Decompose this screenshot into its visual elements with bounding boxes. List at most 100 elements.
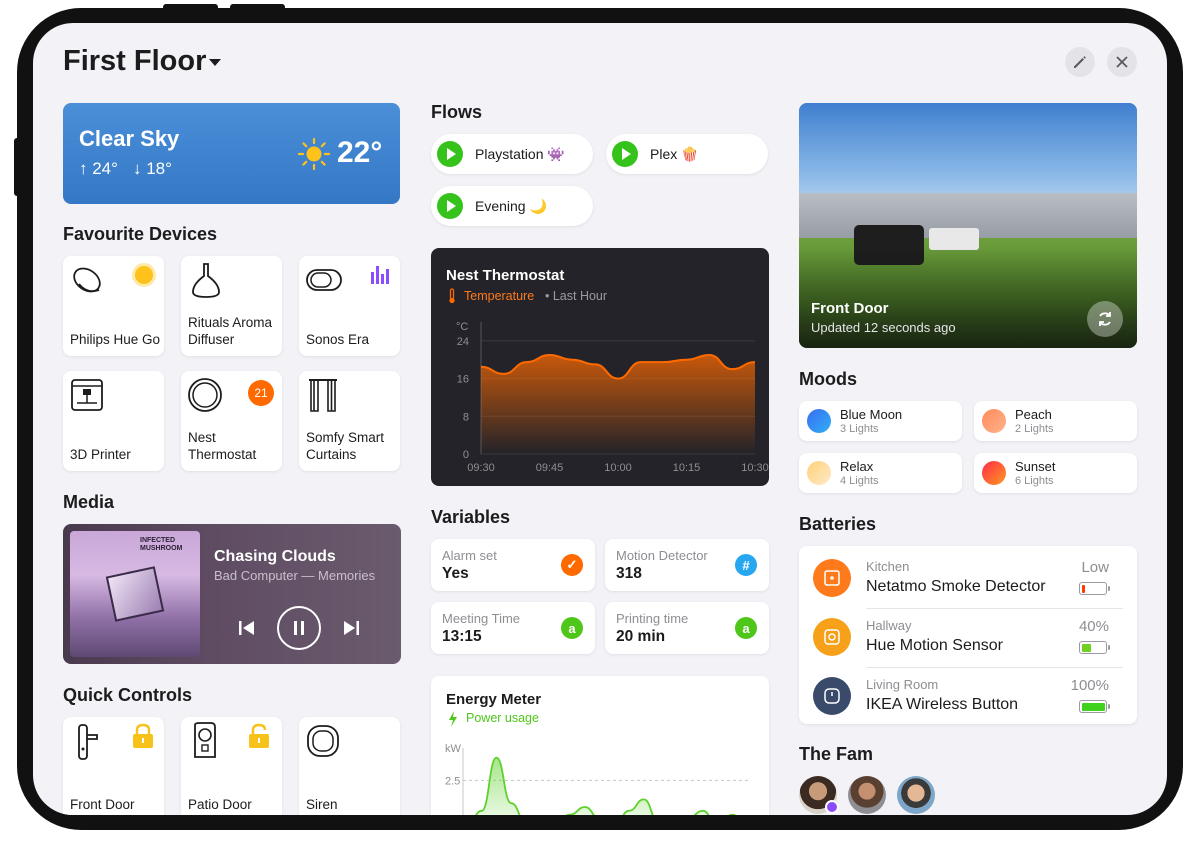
y-axis-label: °C: [456, 321, 468, 333]
weather-high: ↑ 24°: [79, 159, 118, 178]
track-artist: Bad Computer — Memories: [214, 568, 376, 583]
quick-control-patio-door[interactable]: Patio Door: [181, 717, 282, 815]
x-tick-label: 09:30: [467, 462, 495, 474]
quick-control-siren[interactable]: Siren: [299, 717, 400, 815]
flow-button-plex[interactable]: Plex 🍿: [606, 134, 768, 174]
number-icon: #: [735, 554, 757, 576]
device-tile-3d-printer[interactable]: 3D Printer: [63, 371, 164, 471]
device-label: Nest Thermostat: [188, 430, 257, 462]
variable-alarm-set[interactable]: Alarm set Yes ✓: [431, 539, 595, 591]
thermostat-chart-card[interactable]: Nest Thermostat Temperature • Last Hour …: [431, 248, 769, 486]
siren-icon: [307, 725, 339, 757]
device-label: Patio Door: [188, 797, 252, 812]
battery-device-name: Hue Motion Sensor: [866, 637, 1003, 654]
check-icon: ✓: [561, 554, 583, 576]
flow-button-playstation[interactable]: Playstation 👾: [431, 134, 593, 174]
dashboard-screen: First Floor Clear Sky ↑ 24° ↓ 18° 22° Fa…: [33, 23, 1167, 815]
weather-card[interactable]: Clear Sky ↑ 24° ↓ 18° 22°: [63, 103, 400, 204]
play-icon: [437, 193, 463, 219]
x-tick-label: 10:00: [604, 462, 632, 474]
y-tick-label: 2.5: [445, 775, 460, 787]
curtains-icon: [309, 379, 337, 412]
media-heading: Media: [63, 492, 115, 512]
pause-icon: [294, 621, 304, 635]
speaker-icon: [306, 269, 342, 291]
battery-level-text: Low: [1081, 559, 1109, 576]
flow-button-evening[interactable]: Evening 🌙: [431, 186, 593, 226]
device-tile-rituals-diffuser[interactable]: Rituals Aroma Diffuser: [181, 256, 282, 356]
device-tile-sonos-era[interactable]: Sonos Era: [299, 256, 400, 356]
favourites-heading: Favourite Devices: [63, 224, 218, 244]
device-tile-nest-thermostat[interactable]: 21 Nest Thermostat: [181, 371, 282, 471]
avatar-bearded-man[interactable]: [848, 776, 886, 814]
lock-unlocked-icon: [249, 723, 269, 748]
variables-heading: Variables: [431, 507, 511, 527]
battery-row-wireless-button[interactable]: Living Room IKEA Wireless Button 100%: [799, 667, 1136, 726]
y-axis-label: kW: [445, 743, 462, 755]
battery-room: Hallway: [866, 618, 912, 633]
avatar-boy[interactable]: [897, 776, 935, 814]
variable-label: Motion Detector: [616, 548, 708, 563]
album-art-cube: [105, 566, 165, 622]
flow-label: Playstation 👾: [475, 145, 565, 162]
batteries-heading: Batteries: [799, 514, 877, 534]
variable-value: Yes: [442, 565, 469, 582]
y-tick-label: 2.0: [445, 813, 460, 815]
diffuser-icon: [192, 263, 220, 298]
next-track-button[interactable]: [341, 619, 361, 637]
device-label: Somfy Smart Curtains: [306, 430, 385, 462]
power-area: [476, 757, 735, 815]
pause-button[interactable]: [277, 606, 321, 650]
camera-feed-front-door[interactable]: Front Door Updated 12 seconds ago: [799, 103, 1137, 348]
temperature-chart: °C 24 16 8 009:30 09:45 10:00 10:15 10:30: [456, 321, 769, 474]
battery-row-motion-sensor[interactable]: Hallway Hue Motion Sensor 40%: [799, 608, 1136, 667]
variable-printing-time[interactable]: Printing time 20 min a: [605, 602, 769, 654]
device-tile-philips-hue[interactable]: Philips Hue Go: [63, 256, 164, 356]
variable-meeting-time[interactable]: Meeting Time 13:15 a: [431, 602, 595, 654]
battery-icon: [1079, 582, 1110, 595]
variable-value: 13:15: [442, 628, 482, 645]
mood-relax[interactable]: Relax 4 Lights: [799, 453, 962, 493]
mood-light-count: 4 Lights: [840, 475, 879, 487]
page-title[interactable]: First Floor: [63, 45, 206, 78]
mood-color-icon: [807, 461, 831, 485]
y-tick-label: 16: [457, 374, 469, 386]
motion-sensor-icon: [813, 618, 851, 656]
chart-metric: Power usage: [466, 711, 539, 725]
energy-meter-card[interactable]: Energy Meter Power usage kW 2.5 2.0: [431, 676, 769, 815]
mood-sunset[interactable]: Sunset 6 Lights: [974, 453, 1137, 493]
battery-row-smoke-detector[interactable]: Kitchen Netatmo Smoke Detector Low: [799, 549, 1136, 608]
close-button[interactable]: [1107, 47, 1137, 77]
media-player[interactable]: INFECTED MUSHROOM Chasing Clouds Bad Com…: [63, 524, 401, 664]
device-tile-somfy-curtains[interactable]: Somfy Smart Curtains: [299, 371, 400, 471]
pencil-icon: [1074, 56, 1086, 68]
edit-button[interactable]: [1065, 47, 1095, 77]
battery-fill: [1081, 643, 1091, 652]
previous-track-button[interactable]: [237, 619, 257, 637]
device-label: Philips Hue Go: [70, 332, 161, 347]
mood-blue-moon[interactable]: Blue Moon 3 Lights: [799, 401, 962, 441]
variable-label: Meeting Time: [442, 611, 521, 626]
variable-motion-detector[interactable]: Motion Detector 318 #: [605, 539, 769, 591]
camera-trailer: [929, 228, 979, 250]
quick-control-front-door[interactable]: Front Door: [63, 717, 164, 815]
mood-name: Peach: [1015, 407, 1052, 422]
text-icon: a: [735, 617, 757, 639]
wireless-button-icon: [813, 677, 851, 715]
thermometer-icon: [449, 288, 455, 304]
hardware-button: [230, 4, 285, 12]
temperature-badge: 21: [248, 380, 274, 406]
lightning-icon: [449, 711, 457, 727]
battery-fill: [1081, 702, 1105, 711]
refresh-button[interactable]: [1087, 301, 1123, 337]
energy-chart: kW 2.5 2.0: [445, 743, 751, 815]
weather-temperature: 22°: [337, 136, 383, 169]
device-label: Sonos Era: [306, 332, 370, 347]
moods-heading: Moods: [799, 369, 857, 389]
smoke-detector-icon: [813, 559, 851, 597]
chevron-down-icon[interactable]: [209, 59, 221, 66]
y-tick-label: 24: [457, 336, 469, 348]
mood-peach[interactable]: Peach 2 Lights: [974, 401, 1137, 441]
variable-label: Alarm set: [442, 548, 497, 563]
thermostat-icon: [188, 378, 222, 412]
